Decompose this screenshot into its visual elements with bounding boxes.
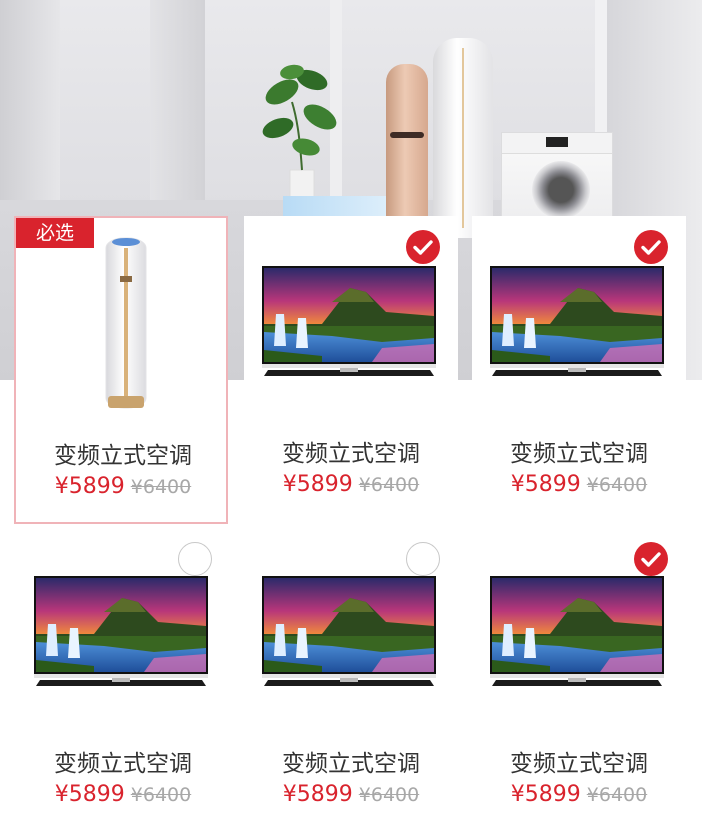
tv-icon bbox=[262, 266, 436, 376]
price-row: ¥5899 ¥6400 bbox=[472, 472, 686, 497]
current-price: ¥5899 bbox=[510, 472, 581, 497]
tv-icon bbox=[490, 266, 664, 376]
original-price: ¥6400 bbox=[586, 474, 648, 496]
checkbox-checked-icon[interactable] bbox=[406, 230, 440, 264]
original-price: ¥6400 bbox=[358, 784, 420, 806]
original-price: ¥6400 bbox=[130, 784, 192, 806]
checkbox-checked-icon[interactable] bbox=[634, 230, 668, 264]
product-name: 变频立式空调 bbox=[282, 441, 420, 467]
product-name: 变频立式空调 bbox=[510, 441, 648, 467]
product-card[interactable]: 变频立式空调 ¥5899 ¥6400 bbox=[16, 526, 230, 834]
required-badge: 必选 bbox=[16, 218, 94, 248]
current-price: ¥5899 bbox=[282, 472, 353, 497]
product-name: 变频立式空调 bbox=[282, 751, 420, 777]
price-row: ¥5899 ¥6400 bbox=[16, 474, 230, 499]
product-card[interactable]: 必选 变频立式空调 ¥5899 ¥6400 bbox=[14, 216, 228, 524]
checkbox-unchecked-icon[interactable] bbox=[406, 542, 440, 576]
product-name: 变频立式空调 bbox=[54, 751, 192, 777]
current-price: ¥5899 bbox=[54, 782, 125, 807]
price-row: ¥5899 ¥6400 bbox=[472, 782, 686, 807]
original-price: ¥6400 bbox=[586, 784, 648, 806]
checkbox-unchecked-icon[interactable] bbox=[178, 542, 212, 576]
product-name: 变频立式空调 bbox=[54, 443, 192, 469]
product-name: 变频立式空调 bbox=[510, 751, 648, 777]
price-row: ¥5899 ¥6400 bbox=[244, 782, 458, 807]
price-row: ¥5899 ¥6400 bbox=[244, 472, 458, 497]
tv-icon bbox=[262, 576, 436, 686]
floor-ac-icon bbox=[105, 237, 147, 409]
current-price: ¥5899 bbox=[510, 782, 581, 807]
tv-icon bbox=[490, 576, 664, 686]
checkbox-checked-icon[interactable] bbox=[634, 542, 668, 576]
plant-icon bbox=[262, 64, 337, 202]
current-price: ¥5899 bbox=[282, 782, 353, 807]
current-price: ¥5899 bbox=[54, 474, 125, 499]
original-price: ¥6400 bbox=[130, 476, 192, 498]
original-price: ¥6400 bbox=[358, 474, 420, 496]
product-card[interactable]: 变频立式空调 ¥5899 ¥6400 bbox=[244, 526, 458, 834]
product-card[interactable]: 变频立式空调 ¥5899 ¥6400 bbox=[472, 216, 686, 524]
product-card[interactable]: 变频立式空调 ¥5899 ¥6400 bbox=[472, 526, 686, 834]
tv-icon bbox=[34, 576, 208, 686]
product-card[interactable]: 变频立式空调 ¥5899 ¥6400 bbox=[244, 216, 458, 524]
price-row: ¥5899 ¥6400 bbox=[16, 782, 230, 807]
